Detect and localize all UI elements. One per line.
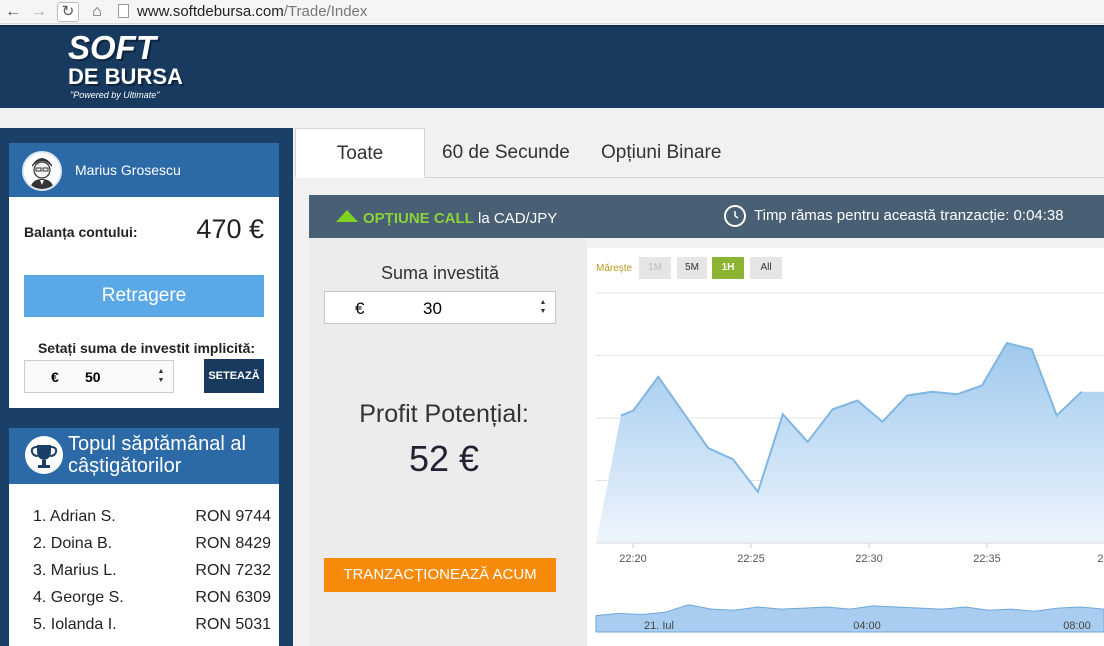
tab-binary-options[interactable]: Opțiuni Binare	[601, 128, 721, 178]
call-arrow-icon	[336, 210, 358, 222]
url-host: www.softdebursa.com	[137, 3, 284, 20]
currency-pair: la CAD/JPY	[473, 210, 558, 227]
tab-60-seconds[interactable]: 60 de Secunde	[442, 128, 570, 178]
avatar	[22, 151, 62, 191]
default-amount-stepper[interactable]: € 50 ▲ ▼	[24, 360, 174, 393]
winner-amount: RON 5031	[195, 616, 271, 633]
default-invest-label: Setați suma de investit implicită:	[37, 340, 256, 356]
trophy-icon	[25, 436, 63, 474]
x-tick-label: 22:35	[973, 553, 1001, 565]
sidebar: Marius Grosescu Balanța contului: 470 € …	[0, 128, 293, 646]
invest-amount-label: Suma investită	[380, 263, 500, 283]
back-icon[interactable]: ←	[2, 2, 24, 22]
user-name: Marius Grosescu	[75, 162, 181, 178]
navigator-tick-label: 21. Iul	[644, 620, 674, 632]
spinner-arrows-icon[interactable]: ▲ ▼	[539, 298, 547, 316]
spinner-arrows-icon[interactable]: ▲ ▼	[157, 367, 165, 385]
winner-amount: RON 6309	[195, 589, 271, 606]
home-icon[interactable]: ⌂	[86, 2, 108, 22]
winner-name: 5. Iolanda I.	[33, 616, 117, 633]
top-winners-card: Topul săptămânal al câștigătorilor 1. Ad…	[9, 428, 279, 646]
x-tick-label: 22:20	[619, 553, 647, 565]
withdraw-button[interactable]: Retragere	[24, 275, 264, 317]
time-remaining: Timp rămas pentru această tranzacție: 0:…	[754, 207, 1064, 224]
zoom-1m-button[interactable]: 1M	[639, 257, 671, 279]
site-header: SOFT DE BURSA "Powered by Ultimate"	[0, 25, 1104, 108]
tab-all[interactable]: Toate	[295, 128, 425, 178]
forward-icon[interactable]: →	[28, 2, 50, 22]
page-icon	[118, 4, 129, 18]
winner-name: 3. Marius L.	[33, 562, 117, 579]
winner-name: 2. Doina B.	[33, 535, 113, 552]
option-call-text: OPȚIUNE CALL la CAD/JPY	[363, 210, 557, 227]
winner-name: 4. George S.	[33, 589, 124, 606]
trade-info-bar: OPȚIUNE CALL la CAD/JPY Timp rămas pentr…	[309, 195, 1104, 238]
navigator-tick-label: 08:00	[1063, 620, 1091, 632]
list-item: 2. Doina B. RON 8429	[33, 535, 271, 562]
account-header: Marius Grosescu	[9, 143, 279, 197]
clock-icon	[724, 205, 746, 227]
zoom-label: Mărește	[596, 263, 633, 274]
invest-currency: €	[355, 299, 365, 318]
profit-label: Profit Potențial:	[359, 400, 529, 428]
balance-value: 470 €	[196, 214, 264, 244]
x-tick-label: 22:25	[737, 553, 765, 565]
logo[interactable]: SOFT DE BURSA "Powered by Ultimate"	[68, 31, 188, 107]
list-item: 3. Marius L. RON 7232	[33, 562, 271, 589]
x-tick-label: 22:30	[855, 553, 883, 565]
logo-line1: SOFT	[68, 29, 156, 66]
logo-tagline: "Powered by Ultimate"	[70, 90, 160, 100]
investment-panel: Suma investită € 30 ▲ ▼ Profit Potențial:…	[309, 238, 587, 646]
address-bar[interactable]: www.softdebursa.com/Trade/Index	[118, 2, 367, 22]
top-winners-header: Topul săptămânal al câștigătorilor	[9, 428, 279, 484]
navigator-tick-label: 04:00	[853, 620, 881, 632]
set-default-button[interactable]: SETEAZĂ	[204, 359, 264, 393]
option-tabs: Toate 60 de Secunde Opțiuni Binare	[295, 128, 1104, 178]
url-path: /Trade/Index	[283, 3, 368, 20]
winner-name: 1. Adrian S.	[33, 508, 116, 525]
invest-amount-value: 30	[423, 299, 442, 318]
default-amount-value: 50	[85, 369, 101, 385]
call-label: OPȚIUNE CALL	[363, 210, 474, 227]
account-card: Marius Grosescu Balanța contului: 470 € …	[9, 143, 279, 408]
x-tick-label: 22:	[1097, 553, 1104, 565]
top-winners-title: Topul săptămânal al câștigătorilor	[68, 433, 246, 477]
list-item: 5. Iolanda I. RON 5031	[33, 616, 271, 643]
reload-icon[interactable]: ↻	[57, 2, 79, 22]
list-item: 1. Adrian S. RON 9744	[33, 508, 271, 535]
balance-label: Balanța contului:	[24, 224, 138, 240]
top-winners-list: 1. Adrian S. RON 9744 2. Doina B. RON 8429…	[33, 508, 271, 643]
logo-line2: DE BURSA	[68, 64, 183, 89]
series-area	[596, 343, 1104, 543]
zoom-5m-button[interactable]: 5M	[677, 257, 707, 279]
profit-value: 52 €	[408, 438, 480, 479]
winner-amount: RON 9744	[195, 508, 271, 525]
zoom-1h-button[interactable]: 1H	[712, 257, 744, 279]
invest-amount-stepper[interactable]: € 30 ▲ ▼	[324, 291, 556, 324]
price-chart: 22:20 22:25 22:30 22:35 22: 21. Iul 04:00 08:0…	[587, 248, 1104, 646]
default-currency: €	[51, 369, 59, 385]
list-item: 4. George S. RON 6309	[33, 589, 271, 616]
chart-svg: 22:20 22:25 22:30 22:35 22: 21. Iul 04:00 08:0…	[595, 292, 1104, 633]
trade-now-button[interactable]: TRANZACȚIONEAZĂ ACUM	[324, 558, 556, 592]
winner-amount: RON 7232	[195, 562, 271, 579]
winner-amount: RON 8429	[195, 535, 271, 552]
zoom-all-button[interactable]: All	[750, 257, 782, 279]
browser-toolbar: ← → ↻ ⌂ www.softdebursa.com/Trade/Index	[0, 0, 1104, 24]
